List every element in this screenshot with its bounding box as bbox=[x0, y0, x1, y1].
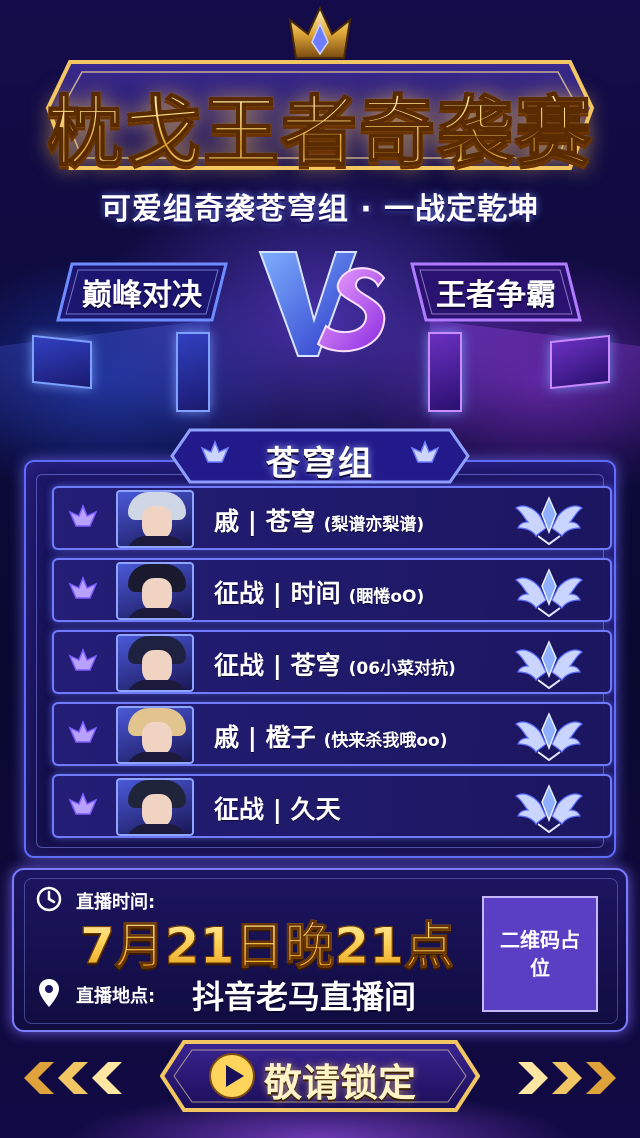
play-icon bbox=[209, 1053, 255, 1099]
clock-icon bbox=[36, 886, 62, 912]
rank-wings-badge-icon bbox=[514, 640, 584, 690]
avatar bbox=[116, 778, 194, 836]
avatar-body bbox=[126, 680, 188, 690]
avatar bbox=[116, 490, 194, 548]
team-emblem-icon bbox=[68, 792, 98, 815]
broadcast-place-label: 直播地点: bbox=[76, 986, 156, 1007]
player-name-line: 戚 | 苍穹 (梨谱亦梨谱) bbox=[214, 502, 424, 538]
player-name: 苍穹 bbox=[265, 507, 316, 536]
avatar-body bbox=[126, 608, 188, 618]
avatar-face bbox=[142, 578, 172, 612]
group-tab: 苍穹组 bbox=[170, 428, 470, 484]
player-separator: | bbox=[247, 723, 257, 752]
player-separator: | bbox=[272, 579, 282, 608]
team-emblem-icon bbox=[68, 648, 98, 671]
player-separator: | bbox=[272, 651, 282, 680]
player-tag: 征战 bbox=[214, 795, 265, 824]
chevron-right-decoration bbox=[518, 1062, 616, 1094]
player-row: 戚 | 苍穹 (梨谱亦梨谱) bbox=[52, 486, 612, 550]
title-block: 枕戈王者奇袭赛 bbox=[40, 48, 600, 178]
broadcast-place-value: 抖音老马直播间 bbox=[192, 978, 417, 1016]
player-separator: | bbox=[272, 795, 282, 824]
avatar-face bbox=[142, 794, 172, 828]
team-emblem-icon bbox=[68, 504, 98, 527]
avatar-body bbox=[126, 752, 188, 762]
player-name-line: 征战 | 苍穹 (06小菜对抗) bbox=[214, 646, 456, 682]
avatar bbox=[116, 562, 194, 620]
player-name: 橙子 bbox=[265, 723, 316, 752]
chevron-left-decoration bbox=[24, 1062, 122, 1094]
team-emblem-icon bbox=[68, 720, 98, 743]
location-pin-icon bbox=[39, 979, 59, 1007]
team-emblem-icon bbox=[410, 440, 440, 463]
avatar bbox=[116, 706, 194, 764]
rank-wings-badge-icon bbox=[514, 568, 584, 618]
qr-code-placeholder: 二维码占位 bbox=[482, 896, 598, 1012]
cta-label: 敬请锁定 bbox=[264, 1061, 417, 1105]
player-tag: 征战 bbox=[214, 651, 265, 680]
player-tag: 戚 bbox=[214, 507, 240, 536]
avatar-face bbox=[142, 650, 172, 684]
player-nickname: (睏惓oO) bbox=[348, 587, 425, 607]
avatar-body bbox=[126, 824, 188, 834]
arena-screen-left-small bbox=[176, 332, 210, 412]
vs-left-label: 巅峰对决 bbox=[82, 278, 202, 313]
rank-wings-badge-icon bbox=[514, 784, 584, 834]
player-tag: 戚 bbox=[214, 723, 240, 752]
arena-screen-right bbox=[550, 334, 610, 390]
player-separator: | bbox=[247, 507, 257, 536]
vs-emblem-icon bbox=[258, 251, 386, 357]
rank-wings-badge-icon bbox=[514, 712, 584, 762]
player-name: 时间 bbox=[290, 579, 341, 608]
page-title: 枕戈王者奇袭赛 bbox=[40, 70, 600, 180]
cta-button[interactable]: 敬请锁定 bbox=[160, 1040, 480, 1112]
player-row: 征战 | 苍穹 (06小菜对抗) bbox=[52, 630, 612, 694]
avatar bbox=[116, 634, 194, 692]
player-nickname: (梨谱亦梨谱) bbox=[323, 515, 425, 535]
player-nickname: (06小菜对抗) bbox=[348, 659, 456, 679]
arena-screen-left bbox=[32, 334, 92, 390]
player-name: 苍穹 bbox=[290, 651, 341, 680]
player-tag: 征战 bbox=[214, 579, 265, 608]
player-row: 戚 | 橙子 (快来杀我哦oo) bbox=[52, 702, 612, 766]
rank-wings-badge-icon bbox=[514, 496, 584, 546]
player-nickname: (快来杀我哦oo) bbox=[323, 731, 448, 751]
player-name: 久天 bbox=[290, 795, 341, 824]
player-row: 征战 | 久天 bbox=[52, 774, 612, 838]
avatar-face bbox=[142, 722, 172, 756]
avatar-face bbox=[142, 506, 172, 540]
player-name-line: 征战 | 时间 (睏惓oO) bbox=[214, 574, 424, 610]
vs-right-label: 王者争霸 bbox=[436, 278, 556, 313]
broadcast-time-value: 7月21日晚21点 bbox=[80, 906, 455, 978]
player-name-line: 征战 | 久天 bbox=[214, 790, 349, 826]
avatar-body bbox=[126, 536, 188, 546]
vs-left-banner: 巅峰对决 bbox=[56, 260, 228, 324]
arena-screen-right-small bbox=[428, 332, 462, 412]
subtitle: 可爱组奇袭苍穹组 · 一战定乾坤 bbox=[100, 192, 540, 227]
player-name-line: 戚 | 橙子 (快来杀我哦oo) bbox=[214, 718, 448, 754]
vs-right-banner: 王者争霸 bbox=[410, 260, 582, 324]
player-row: 征战 | 时间 (睏惓oO) bbox=[52, 558, 612, 622]
team-emblem-icon bbox=[68, 576, 98, 599]
